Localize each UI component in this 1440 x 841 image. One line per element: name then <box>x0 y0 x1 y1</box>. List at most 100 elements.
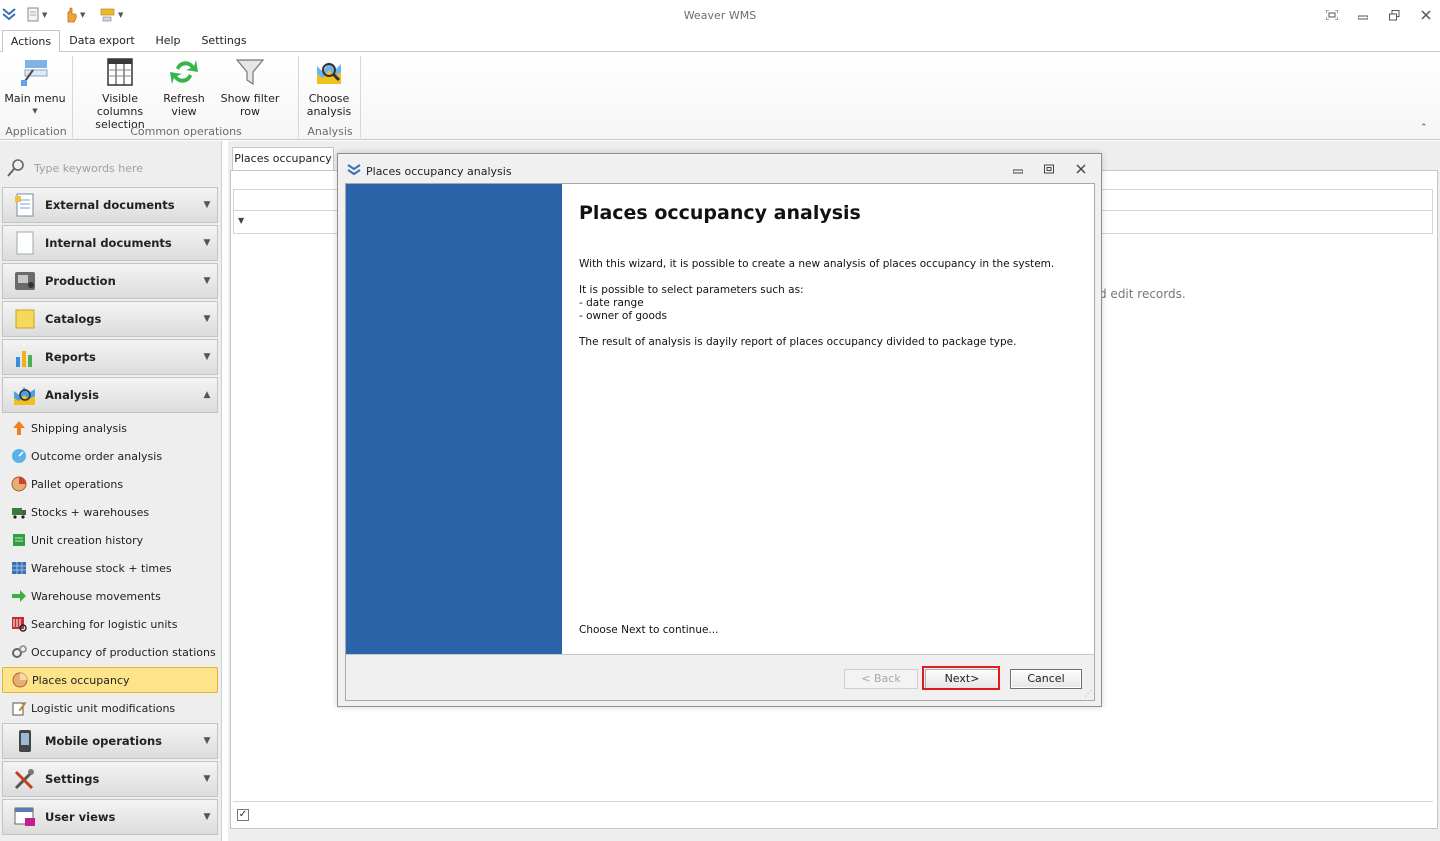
group-catalogs[interactable]: Catalogs ▼ <box>2 301 218 337</box>
fullscreen-button[interactable] <box>1324 7 1340 23</box>
app-title: Weaver WMS <box>683 9 757 22</box>
choose-analysis-label-1: Choose <box>308 92 350 105</box>
arrow-up-icon <box>11 420 27 436</box>
chevron-down-icon: ▼ <box>203 276 211 286</box>
chevron-down-icon: ▼ <box>203 774 211 784</box>
choose-analysis-button[interactable]: Choose analysis <box>304 56 354 118</box>
sidebar-item-shipping-analysis[interactable]: Shipping analysis <box>2 415 218 441</box>
restore-button[interactable] <box>1386 7 1402 23</box>
show-filter-row-button[interactable]: Show filter row <box>212 56 288 118</box>
back-button[interactable]: < Back <box>844 669 918 689</box>
wizard-dialog: Places occupancy analysis Places occupan… <box>337 153 1102 707</box>
group-user-views[interactable]: User views ▼ <box>2 799 218 835</box>
chart-icon <box>12 344 38 370</box>
sidebar-search[interactable]: Type keywords here <box>6 157 216 179</box>
sidebar-item-occupancy-production-stations[interactable]: Occupancy of production stations <box>2 639 218 665</box>
sidebar-item-outcome-order-analysis[interactable]: Outcome order analysis <box>2 443 218 469</box>
sidebar-item-label: Warehouse stock + times <box>31 561 172 575</box>
sidebar-item-stocks-warehouses[interactable]: Stocks + warehouses <box>2 499 218 525</box>
sidebar-item-warehouse-movements[interactable]: Warehouse movements <box>2 583 218 609</box>
sidebar-item-places-occupancy[interactable]: Places occupancy <box>2 667 218 693</box>
resize-grip-icon[interactable]: ⋰ <box>1084 689 1092 698</box>
columns-table-icon <box>107 58 133 86</box>
pallet-icon <box>11 476 27 492</box>
close-button[interactable] <box>1418 7 1434 23</box>
grid-empty-text: d edit records. <box>1099 287 1186 301</box>
gauge-icon <box>11 448 27 464</box>
app-logo-icon <box>347 164 361 176</box>
wizard-params-intro: It is possible to select parameters such… <box>579 284 804 296</box>
fullscreen-icon <box>1326 10 1338 20</box>
group-label-application: Application <box>5 125 67 138</box>
tab-data-export[interactable]: Data export <box>66 30 138 52</box>
show-filter-row-label: Show filter row <box>220 92 280 118</box>
filter-icon: ▼ <box>238 216 245 225</box>
analysis-icon <box>12 382 38 408</box>
group-label: Settings <box>45 772 100 786</box>
tab-settings[interactable]: Settings <box>198 30 250 52</box>
refresh-view-button[interactable]: Refresh view <box>160 56 208 118</box>
blank-document-icon <box>12 230 38 256</box>
ribbon: Main menu ▼ Visible columns selection Re… <box>0 52 1440 140</box>
ribbon-separator <box>72 56 73 138</box>
sidebar-item-pallet-operations[interactable]: Pallet operations <box>2 471 218 497</box>
group-analysis[interactable]: Analysis ▲ <box>2 377 218 413</box>
sidebar-item-unit-creation-history[interactable]: Unit creation history <box>2 527 218 553</box>
collapse-ribbon-icon[interactable]: ⌃ <box>1420 123 1428 133</box>
dialog-maximize-button[interactable] <box>1042 164 1056 178</box>
minimize-icon <box>1358 15 1368 20</box>
ribbon-separator <box>298 56 299 138</box>
filter-funnel-icon <box>235 59 265 86</box>
refresh-icon <box>170 60 198 84</box>
group-mobile-operations[interactable]: Mobile operations ▼ <box>2 723 218 759</box>
grid-icon <box>11 560 27 576</box>
group-label: Internal documents <box>45 236 172 250</box>
dialog-title-bar[interactable]: Places occupancy analysis <box>338 154 1101 182</box>
wizard-param-owner: - owner of goods <box>579 310 668 322</box>
dialog-minimize-button[interactable] <box>1011 164 1025 178</box>
tab-places-occupancy[interactable]: Places occupancy <box>232 147 334 171</box>
minimize-button[interactable] <box>1355 7 1371 23</box>
sidebar-item-label: Outcome order analysis <box>31 449 163 463</box>
wizard-side-banner <box>346 184 562 654</box>
footer-checkbox[interactable]: ✓ <box>237 809 249 821</box>
maximize-icon <box>1044 164 1054 174</box>
group-label: Catalogs <box>45 312 102 326</box>
cancel-button[interactable]: Cancel <box>1010 669 1082 689</box>
group-external-documents[interactable]: External documents ▼ <box>2 187 218 223</box>
group-internal-documents[interactable]: Internal documents ▼ <box>2 225 218 261</box>
refresh-label-1: Refresh <box>163 92 205 105</box>
group-settings[interactable]: Settings ▼ <box>2 761 218 797</box>
wizard-intro-text: With this wizard, it is possible to crea… <box>579 258 1055 270</box>
ribbon-tab-strip: Actions Data export Help Settings <box>0 30 1440 53</box>
wizard-result-text: The result of analysis is dayily report … <box>579 336 1017 348</box>
tab-actions[interactable]: Actions <box>2 30 60 53</box>
barcode-search-icon <box>11 616 27 632</box>
chevron-down-icon: ▼ <box>203 238 211 248</box>
group-label: Reports <box>45 350 96 364</box>
wizard-param-date-range: - date range <box>579 297 644 309</box>
visible-columns-button[interactable]: Visible columns selection <box>82 56 158 131</box>
sidebar-item-logistic-unit-modifications[interactable]: Logistic unit modifications <box>2 695 218 721</box>
sidebar-item-label: Stocks + warehouses <box>31 505 150 519</box>
chevron-down-icon: ▼ <box>203 200 211 210</box>
search-input[interactable]: Type keywords here <box>34 162 143 175</box>
sidebar-item-label: Unit creation history <box>31 533 144 547</box>
edit-icon <box>11 700 27 716</box>
group-label: User views <box>45 810 116 824</box>
sidebar-item-label: Places occupancy <box>32 673 130 687</box>
tab-help[interactable]: Help <box>150 30 186 52</box>
group-reports[interactable]: Reports ▼ <box>2 339 218 375</box>
sidebar-item-label: Shipping analysis <box>31 421 128 435</box>
refresh-label-2: view <box>171 105 197 118</box>
group-production[interactable]: Production ▼ <box>2 263 218 299</box>
chevron-down-icon: ▼ <box>203 736 211 746</box>
dialog-close-button[interactable] <box>1074 164 1088 178</box>
restore-icon <box>1388 9 1399 20</box>
main-menu-button[interactable]: Main menu ▼ <box>4 56 66 118</box>
sidebar-item-searching-logistic-units[interactable]: Searching for logistic units <box>2 611 218 637</box>
chevron-up-icon: ▲ <box>203 390 211 400</box>
search-icon <box>7 159 24 177</box>
wizard-continue-hint: Choose Next to continue... <box>579 624 719 636</box>
sidebar-item-warehouse-stock-times[interactable]: Warehouse stock + times <box>2 555 218 581</box>
